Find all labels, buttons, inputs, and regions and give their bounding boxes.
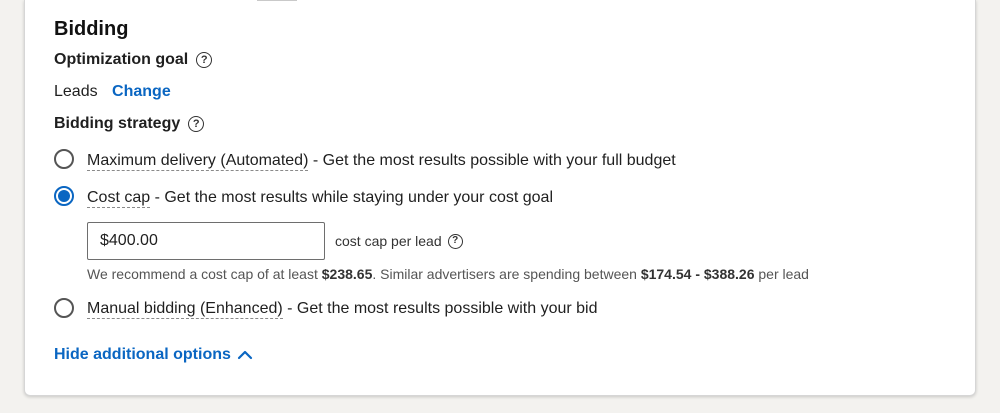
bidding-card: Bidding Optimization goal ? Leads Change… bbox=[24, 0, 976, 396]
option-cost-cap[interactable]: Cost cap - Get the most results while st… bbox=[87, 189, 553, 208]
help-icon[interactable]: ? bbox=[188, 116, 205, 132]
option-description: - Get the most results while staying und… bbox=[150, 189, 553, 206]
bidding-strategy-label: Bidding strategy ? bbox=[54, 115, 205, 133]
option-name[interactable]: Cost cap bbox=[87, 189, 151, 208]
recommend-middle: . Similar advertisers are spending betwe… bbox=[372, 266, 641, 282]
chevron-up-icon[interactable] bbox=[237, 350, 253, 360]
option-name[interactable]: Manual bidding (Enhanced) bbox=[87, 300, 283, 319]
option-name[interactable]: Maximum delivery (Automated) bbox=[87, 152, 309, 171]
cost-cap-recommendation: We recommend a cost cap of at least $238… bbox=[87, 266, 809, 282]
help-icon[interactable]: ? bbox=[447, 233, 463, 249]
goal-value: Leads bbox=[54, 83, 98, 100]
section-title: Bidding bbox=[54, 18, 129, 40]
option-description: - Get the most results possible with you… bbox=[282, 300, 598, 317]
cost-cap-unit-text: cost cap per lead bbox=[335, 233, 442, 249]
help-icon[interactable]: ? bbox=[196, 52, 213, 68]
goal-row: Leads Change bbox=[54, 83, 171, 101]
radio-maximum-delivery[interactable] bbox=[54, 149, 74, 169]
hide-additional-options-link[interactable]: Hide additional options bbox=[54, 346, 253, 364]
bidding-strategy-text: Bidding strategy bbox=[54, 115, 181, 132]
cost-cap-input[interactable] bbox=[87, 222, 325, 260]
optimization-goal-label: Optimization goal ? bbox=[54, 51, 213, 69]
option-maximum-delivery[interactable]: Maximum delivery (Automated) - Get the m… bbox=[87, 152, 676, 171]
cost-cap-unit: cost cap per lead ? bbox=[335, 233, 463, 249]
radio-cost-cap[interactable] bbox=[54, 186, 74, 206]
change-goal-link[interactable]: Change bbox=[112, 83, 171, 100]
recommend-prefix: We recommend a cost cap of at least bbox=[87, 266, 322, 282]
radio-manual-bidding[interactable] bbox=[54, 298, 74, 318]
truncated-text-fragment bbox=[257, 0, 377, 1]
recommend-range: $174.54 - $388.26 bbox=[640, 266, 755, 282]
option-manual-bidding[interactable]: Manual bidding (Enhanced) - Get the most… bbox=[87, 300, 598, 319]
option-description: - Get the most results possible with you… bbox=[308, 152, 676, 169]
hide-options-text[interactable]: Hide additional options bbox=[54, 346, 231, 364]
recommend-suffix: per lead bbox=[754, 266, 809, 282]
optimization-goal-text: Optimization goal bbox=[54, 51, 189, 68]
recommend-min: $238.65 bbox=[321, 266, 373, 282]
